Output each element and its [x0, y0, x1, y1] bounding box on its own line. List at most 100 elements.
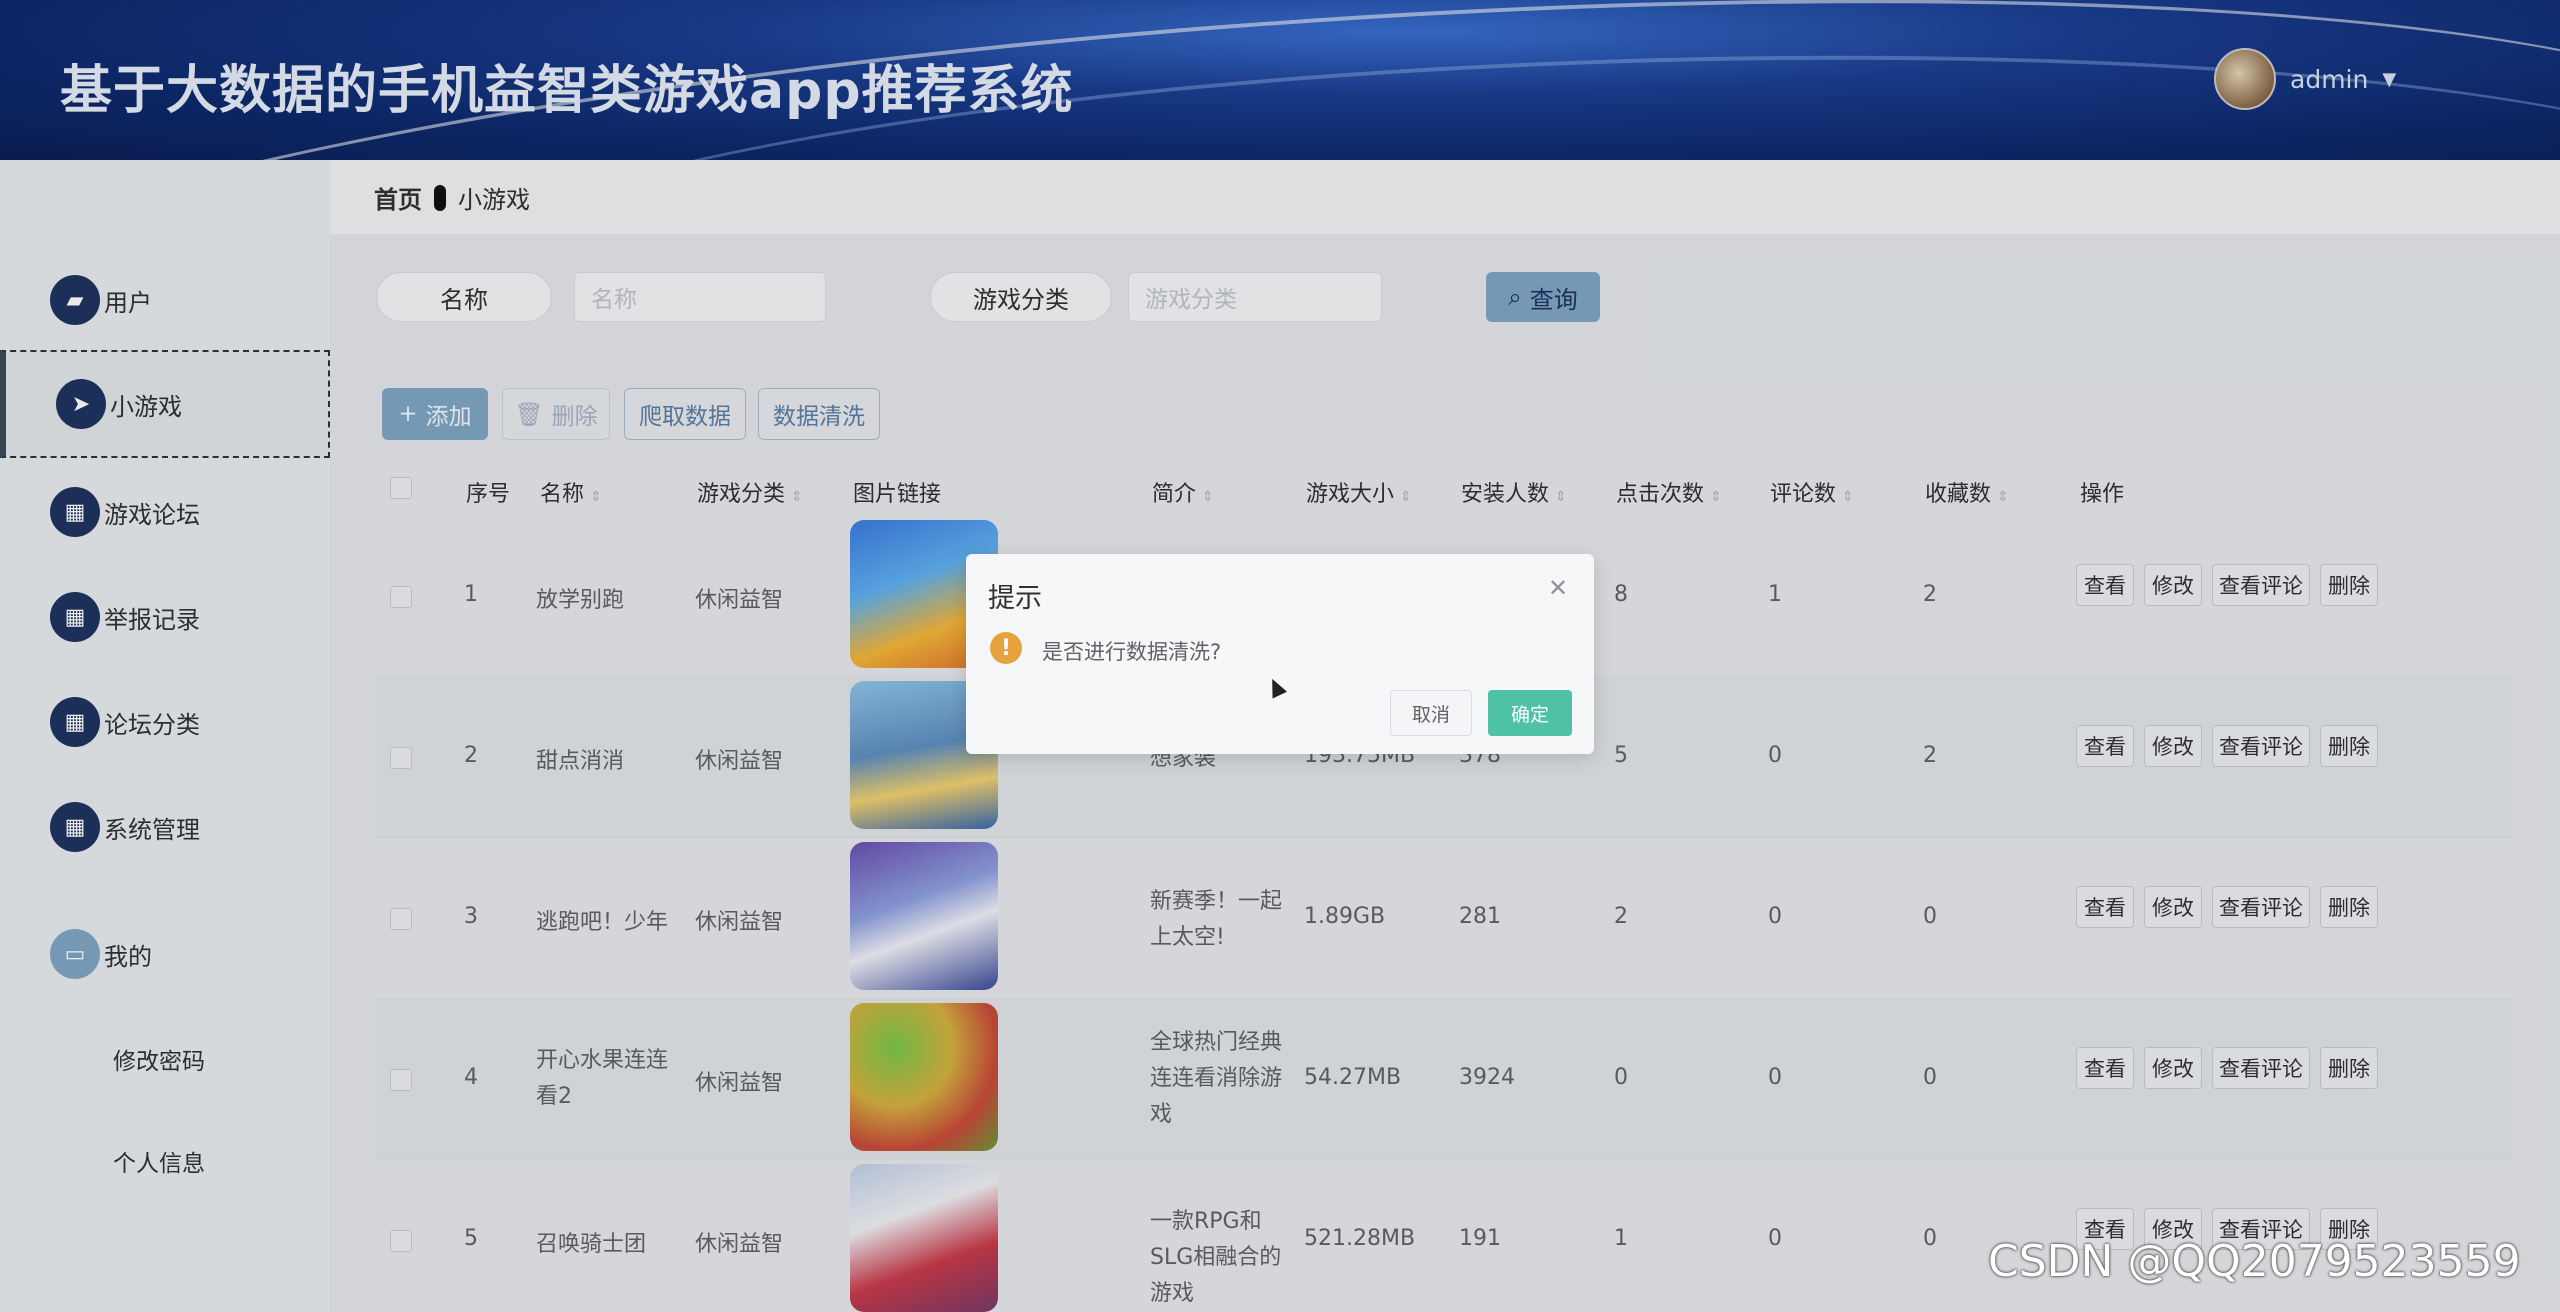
wallet-icon: ▭ [50, 929, 100, 979]
sidebar-subitem-change-password[interactable]: 修改密码 [113, 1042, 205, 1076]
view-comments-button[interactable]: 查看评论 [2212, 886, 2310, 928]
confirm-dialog: 提示 ✕ ! 是否进行数据清洗? 取消 确定 [966, 554, 1594, 754]
row-name: 召唤骑士团 [536, 1232, 647, 1257]
delete-row-button[interactable]: 删除 [2320, 564, 2378, 606]
clean-data-button[interactable]: 数据清洗 [758, 388, 880, 440]
sidebar-item-reports[interactable]: ▦ 举报记录 [0, 565, 330, 669]
breadcrumb-home[interactable]: 首页 [374, 180, 422, 215]
row-favorites: 0 [1923, 1226, 1937, 1251]
row-category: 休闲益智 [695, 1232, 784, 1257]
edit-button[interactable]: 修改 [2144, 886, 2202, 928]
edit-button[interactable]: 修改 [2144, 725, 2202, 767]
sort-icon[interactable]: ⇕ [1842, 489, 1854, 505]
sidebar-item-label: 举报记录 [104, 605, 200, 634]
view-comments-button[interactable]: 查看评论 [2212, 564, 2310, 606]
briefcase-icon: ▰ [50, 275, 100, 325]
column-header-clicks[interactable]: 点击次数 ⇕ [1616, 476, 1722, 508]
row-no: 1 [464, 582, 478, 607]
sort-icon[interactable]: ⇕ [791, 489, 803, 505]
row-category: 休闲益智 [695, 749, 784, 774]
row-installs: 3924 [1459, 1065, 1515, 1090]
column-header-comments[interactable]: 评论数 ⇕ [1770, 476, 1854, 508]
close-icon[interactable]: ✕ [1548, 574, 1568, 602]
sort-icon[interactable]: ⇕ [1710, 489, 1722, 505]
column-header-intro[interactable]: 简介 ⇕ [1152, 476, 1214, 508]
row-size: 1.89GB [1304, 904, 1386, 929]
row-checkbox[interactable] [390, 1230, 412, 1252]
sort-icon[interactable]: ⇕ [1400, 489, 1412, 505]
sidebar-item-users[interactable]: ▰ 用户 [0, 248, 330, 352]
breadcrumb-separator [434, 184, 446, 211]
delete-button[interactable]: 🗑 删除 [502, 388, 610, 440]
row-name: 开心水果连连看2 [536, 1048, 669, 1109]
row-name: 逃跑吧！少年 [536, 910, 669, 935]
sidebar-subitem-profile[interactable]: 个人信息 [113, 1144, 205, 1178]
sort-icon[interactable]: ⇕ [1202, 489, 1214, 505]
sidebar-item-forum[interactable]: ▦ 游戏论坛 [0, 460, 330, 564]
name-search-input[interactable]: 名称 [574, 272, 826, 322]
caret-down-icon[interactable]: ▼ [2382, 69, 2396, 90]
row-checkbox[interactable] [390, 747, 412, 769]
confirm-button[interactable]: 确定 [1488, 690, 1572, 736]
row-clicks: 0 [1614, 1065, 1628, 1090]
row-comments: 0 [1768, 743, 1782, 768]
view-comments-button[interactable]: 查看评论 [2212, 1047, 2310, 1089]
row-no: 3 [464, 904, 478, 929]
sort-icon[interactable]: ⇕ [1997, 489, 2009, 505]
category-search-input[interactable]: 游戏分类 [1128, 272, 1382, 322]
table-row: 4 开心水果连连看2 休闲益智 全球热门经典连连看消除游戏 54.27MB 39… [376, 999, 2512, 1160]
dialog-message: 是否进行数据清洗? [1042, 640, 1222, 664]
column-header-size[interactable]: 游戏大小 ⇕ [1306, 476, 1412, 508]
game-thumbnail [850, 1164, 998, 1312]
edit-button[interactable]: 修改 [2144, 1047, 2202, 1089]
column-header-favorites[interactable]: 收藏数 ⇕ [1925, 476, 2009, 508]
sort-icon[interactable]: ⇕ [1555, 489, 1567, 505]
crawl-data-button[interactable]: 爬取数据 [624, 388, 746, 440]
column-header: 序号 [466, 482, 511, 507]
row-checkbox[interactable] [390, 586, 412, 608]
view-button[interactable]: 查看 [2076, 725, 2134, 767]
user-name[interactable]: admin [2290, 65, 2368, 94]
row-name: 放学别跑 [536, 588, 625, 613]
sidebar-item-mine[interactable]: ▭ 我的 [0, 902, 330, 1006]
sidebar-item-games[interactable]: ➤ 小游戏 [0, 350, 330, 458]
category-search-label: 游戏分类 [930, 272, 1112, 322]
edit-button[interactable]: 修改 [2144, 564, 2202, 606]
row-no: 5 [464, 1226, 478, 1251]
view-button[interactable]: 查看 [2076, 564, 2134, 606]
view-button[interactable]: 查看 [2076, 1047, 2134, 1089]
user-menu[interactable]: admin ▼ [2214, 48, 2396, 110]
query-button[interactable]: ⌕ 查询 [1486, 272, 1600, 322]
delete-row-button[interactable]: 删除 [2320, 1047, 2378, 1089]
sort-icon[interactable]: ⇕ [590, 489, 602, 505]
sidebar-item-label: 论坛分类 [104, 710, 200, 739]
row-no: 4 [464, 1065, 478, 1090]
delete-row-button[interactable]: 删除 [2320, 886, 2378, 928]
delete-button-label: 删除 [551, 404, 598, 430]
avatar[interactable] [2214, 48, 2276, 110]
row-category: 休闲益智 [695, 1071, 784, 1096]
add-button-label: 添加 [425, 404, 472, 430]
column-header-label: 简介 [1152, 482, 1197, 507]
column-header-name[interactable]: 名称 ⇕ [540, 476, 602, 508]
row-comments: 0 [1768, 1065, 1782, 1090]
grid-icon: ▦ [50, 697, 100, 747]
row-checkbox[interactable] [390, 908, 412, 930]
column-header-label: 点击次数 [1616, 482, 1705, 507]
row-clicks: 5 [1614, 743, 1628, 768]
column-header-category[interactable]: 游戏分类 ⇕ [697, 476, 803, 508]
sidebar-item-forum-category[interactable]: ▦ 论坛分类 [0, 670, 330, 774]
row-favorites: 0 [1923, 1065, 1937, 1090]
row-intro: 全球热门经典连连看消除游戏 [1150, 1030, 1283, 1127]
view-button[interactable]: 查看 [2076, 886, 2134, 928]
select-all-checkbox[interactable] [390, 477, 412, 499]
view-comments-button[interactable]: 查看评论 [2212, 725, 2310, 767]
delete-row-button[interactable]: 删除 [2320, 725, 2378, 767]
sidebar-item-system[interactable]: ▦ 系统管理 [0, 775, 330, 879]
game-thumbnail [850, 1003, 998, 1151]
row-favorites: 0 [1923, 904, 1937, 929]
cancel-button[interactable]: 取消 [1390, 690, 1472, 736]
add-button[interactable]: + 添加 [382, 388, 488, 440]
row-checkbox[interactable] [390, 1069, 412, 1091]
column-header-installs[interactable]: 安装人数 ⇕ [1461, 476, 1567, 508]
